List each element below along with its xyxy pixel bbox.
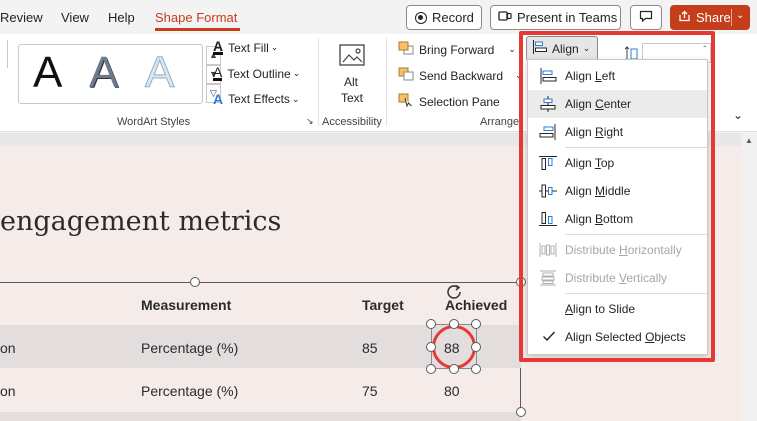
vertical-scrollbar[interactable]: ▲: [741, 133, 757, 421]
wordart-dialog-launcher-icon[interactable]: ↘: [306, 116, 314, 127]
text-effects-button[interactable]: A Text Effects ⌄: [213, 92, 299, 106]
row-label: on: [0, 340, 16, 356]
wordart-styles-group-label: WordArt Styles: [117, 116, 191, 128]
wordart-style-black[interactable]: A: [33, 48, 62, 98]
cell-measurement: Percentage (%): [141, 340, 239, 356]
record-label: Record: [432, 10, 474, 25]
wordart-style-light-blue[interactable]: A: [144, 48, 174, 98]
comment-icon: [639, 10, 653, 25]
share-label: Share: [696, 10, 731, 25]
teams-icon: [498, 10, 512, 25]
text-outline-chevron-icon: ⌄: [292, 68, 301, 78]
tab-view[interactable]: View: [61, 10, 89, 25]
record-icon: [415, 11, 427, 24]
table-bottom-band: [0, 412, 521, 421]
text-outline-button[interactable]: A Text Outline ⌄: [213, 64, 301, 81]
text-fill-icon: A: [213, 38, 224, 55]
cell-measurement: Percentage (%): [141, 383, 239, 399]
text-effects-chevron-icon: ⌄: [291, 93, 300, 104]
table-row: on Percentage (%) 75 80: [0, 368, 521, 412]
selection-pane-icon: [398, 93, 414, 110]
record-button[interactable]: Record: [406, 5, 482, 30]
alt-text-button[interactable]: Alt Text: [330, 40, 376, 110]
wordart-style-gray[interactable]: A: [89, 48, 118, 98]
shape-resize-handle[interactable]: [471, 319, 481, 329]
header-target: Target: [362, 297, 404, 313]
group-separator: [386, 38, 387, 126]
active-tab-indicator: [155, 28, 240, 31]
shape-resize-handle[interactable]: [426, 364, 436, 374]
ribbon-tab-bar: Review View Help Shape Format Record Pre…: [0, 0, 757, 34]
cell-target: 85: [362, 340, 378, 356]
shape-resize-handle[interactable]: [471, 342, 481, 352]
text-outline-icon: A: [213, 64, 223, 81]
share-divider: [731, 9, 732, 26]
text-effects-icon: A: [213, 91, 224, 107]
text-fill-label: Text Fill: [228, 40, 269, 55]
frame-resize-handle[interactable]: [190, 277, 200, 287]
shape-resize-handle[interactable]: [449, 319, 459, 329]
selection-pane-button[interactable]: Selection Pane: [398, 93, 500, 110]
send-backward-icon: [398, 67, 414, 84]
row-label: on: [0, 383, 16, 399]
send-backward-button[interactable]: Send Backward ⌄: [398, 67, 523, 84]
alt-text-label-line2: Text: [341, 91, 364, 105]
bring-forward-label: Bring Forward: [419, 42, 495, 57]
table-header-row: Measurement Target Achieved: [0, 282, 521, 324]
text-outline-label: Text Outline: [227, 66, 291, 81]
cell-target: 75: [362, 383, 378, 399]
text-fill-button[interactable]: A Text Fill ⌄: [213, 38, 279, 55]
alt-text-label-line1: Alt: [344, 75, 359, 89]
arrange-group-label: Arrange: [480, 116, 520, 128]
tab-review[interactable]: Review: [0, 10, 43, 25]
bring-forward-chevron-icon: ⌄: [508, 44, 516, 54]
bring-forward-button[interactable]: Bring Forward ⌄: [398, 41, 516, 58]
group-separator: [318, 38, 319, 126]
shape-resize-handle[interactable]: [449, 364, 459, 374]
alt-text-icon: [338, 42, 368, 73]
bring-forward-icon: [398, 41, 414, 58]
selection-pane-label: Selection Pane: [419, 94, 500, 109]
frame-resize-handle[interactable]: [516, 407, 526, 417]
text-fill-chevron-icon: ⌄: [270, 42, 279, 52]
scroll-up-arrow-icon[interactable]: ▲: [745, 136, 753, 145]
ribbon-collapse-chevron-icon[interactable]: ⌄: [733, 108, 743, 122]
shape-resize-handle[interactable]: [471, 364, 481, 374]
comments-button[interactable]: [630, 5, 662, 30]
present-in-teams-button[interactable]: Present in Teams: [490, 5, 621, 30]
tab-shape-format[interactable]: Shape Format: [155, 10, 237, 25]
present-in-teams-label: Present in Teams: [517, 10, 618, 25]
share-icon: [678, 10, 691, 25]
shape-resize-handle[interactable]: [426, 319, 436, 329]
accessibility-group-label: Accessibility: [322, 116, 382, 128]
wordart-styles-gallery[interactable]: A A A ▲ ▼ ▽: [18, 44, 221, 104]
text-effects-label: Text Effects: [228, 92, 290, 106]
highlight-annotation-box: [519, 31, 715, 362]
slide-title[interactable]: engagement metrics: [0, 206, 281, 237]
rotate-handle-icon[interactable]: [444, 282, 466, 305]
cell-achieved: 80: [444, 383, 460, 399]
shape-resize-handle[interactable]: [426, 342, 436, 352]
tab-help[interactable]: Help: [108, 10, 135, 25]
header-measurement: Measurement: [141, 297, 232, 313]
share-dropdown-chevron-icon[interactable]: ⌄: [736, 10, 744, 21]
share-button[interactable]: Share ⌄: [670, 5, 750, 30]
send-backward-label: Send Backward: [419, 68, 504, 83]
ribbon-left-edge-control: [0, 40, 8, 68]
